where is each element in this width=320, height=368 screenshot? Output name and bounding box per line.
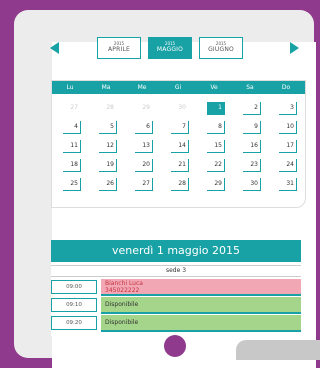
calendar-day-cell[interactable]: 14 [171,140,189,153]
calendar-day-cell[interactable]: 20 [135,159,153,172]
weekday-header: Lu Ma Me Gi Ve Sa Do [52,81,305,94]
calendar-day-cell[interactable]: 10 [279,121,297,134]
calendar-day-cell[interactable]: 22 [207,159,225,172]
month-button-prev[interactable]: 2015 APRILE [97,37,141,59]
slot-time: 09:20 [51,316,97,330]
day-schedule-panel: venerdì 1 maggio 2015 sede 3 09:00 Bianch… [51,240,301,336]
appointment-slot[interactable]: Bianchi Luca 345022222 [101,279,301,296]
weekday-label: Me [137,84,147,91]
month-name: GIUGNO [208,46,234,53]
calendar-day-cell[interactable]: 27 [63,102,81,115]
weekday-label: Sa [246,84,254,91]
slot-time: 09:00 [51,280,97,294]
calendar-day-cell[interactable]: 29 [207,178,225,191]
weekday-label: Gi [174,84,182,91]
weekday-label: Lu [66,84,74,91]
calendar-day-cell[interactable]: 5 [99,121,117,134]
weekday-label: Do [281,84,291,91]
calendar-day-cell[interactable]: 21 [171,159,189,172]
appointment-slot[interactable]: Disponibile [101,297,301,314]
calendar-day-cell[interactable]: 15 [207,140,225,153]
month-name: APRILE [108,46,130,53]
location-label: sede 3 [51,265,301,277]
slot-label: Disponibile [105,301,139,308]
calendar-day-cell[interactable]: 28 [171,178,189,191]
calendar-day-cell[interactable]: 27 [135,178,153,191]
calendar-day-cell[interactable]: 3 [279,102,297,115]
calendar-day-cell[interactable]: 13 [135,140,153,153]
calendar-day-cell[interactable]: 30 [171,102,189,115]
calendar-day-cell[interactable]: 24 [279,159,297,172]
calendar-day-cell[interactable]: 2 [243,102,261,115]
weekday-label: Ma [101,84,111,91]
calendar-day-cell[interactable]: 29 [135,102,153,115]
calendar-day-cell[interactable]: 16 [243,140,261,153]
tablet-edge [236,340,320,360]
calendar-day-cell[interactable]: 12 [99,140,117,153]
month-button-next[interactable]: 2015 GIUGNO [199,37,243,59]
calendar-day-cell[interactable]: 1 [207,102,225,115]
calendar-day-cell[interactable]: 26 [99,178,117,191]
next-month-arrow-icon[interactable] [290,42,299,54]
home-button[interactable] [164,335,186,357]
slot-label: Bianchi Luca [105,280,143,287]
calendar-day-cell[interactable]: 19 [99,159,117,172]
calendar-day-cell[interactable]: 6 [135,121,153,134]
calendar-day-cell[interactable]: 28 [99,102,117,115]
weekday-label: Ve [210,84,218,91]
calendar-day-cell[interactable]: 8 [207,121,225,134]
calendar-day-cell[interactable]: 4 [63,121,81,134]
calendar-day-cell[interactable]: 18 [63,159,81,172]
calendar-day-cell[interactable]: 23 [243,159,261,172]
calendar-day-cell[interactable]: 30 [243,178,261,191]
prev-month-arrow-icon[interactable] [50,42,59,54]
calendar-day-cell[interactable]: 7 [171,121,189,134]
slot-time: 09:10 [51,298,97,312]
calendar-day-cell[interactable]: 31 [279,178,297,191]
calendar-day-cell[interactable]: 25 [63,178,81,191]
day-title: venerdì 1 maggio 2015 [51,240,301,262]
slot-phone: 345022222 [105,287,140,294]
slot-label: Disponibile [105,319,139,326]
month-name: MAGGIO [156,46,184,53]
calendar-day-cell[interactable]: 11 [63,140,81,153]
month-calendar: Lu Ma Me Gi Ve Sa Do 27 28 29 30 1 2 3 4 5 6 7 8 9 10 11 12 13… [51,80,306,208]
month-button-current[interactable]: 2015 MAGGIO [148,37,192,59]
appointment-slot[interactable]: Disponibile [101,315,301,332]
calendar-day-cell[interactable]: 9 [243,121,261,134]
calendar-day-cell[interactable]: 17 [279,140,297,153]
